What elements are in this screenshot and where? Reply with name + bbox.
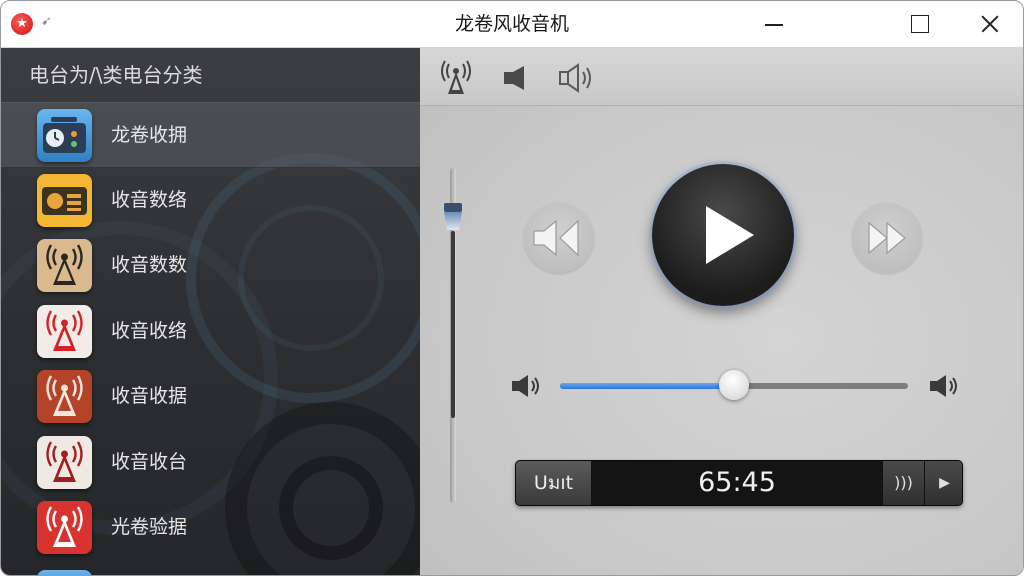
- station-item[interactable]: 收音收络: [1, 299, 420, 365]
- antenna-white-red-icon: [37, 304, 92, 358]
- minimize-button[interactable]: [751, 1, 797, 48]
- station-item[interactable]: 收音收据: [1, 364, 420, 430]
- antenna-beige-icon: [37, 239, 92, 292]
- player-toolbar: [420, 48, 1023, 106]
- title-bar: ★ ➹ 龙卷风收音机: [1, 1, 1023, 48]
- station-label: 光卷验据: [111, 516, 188, 538]
- volume-slider-thumb[interactable]: [719, 370, 749, 400]
- antenna-white-dark-red-icon: [37, 435, 92, 489]
- station-label: 收音收络: [111, 319, 188, 342]
- station-label: 收音数数: [111, 254, 188, 276]
- station-label: 龙卷收拥: [111, 124, 188, 146]
- station-item[interactable]: 龙卷收拥: [1, 102, 420, 168]
- radio-clock-icon: [37, 109, 92, 162]
- previous-button[interactable]: [524, 203, 594, 273]
- vertical-slider-thumb[interactable]: [442, 203, 464, 233]
- volume-outline-icon[interactable]: [556, 58, 596, 98]
- signal-button[interactable]: ))): [882, 461, 924, 505]
- volume-low-icon: [510, 371, 544, 401]
- yellow-radio-icon: [37, 173, 92, 227]
- small-play-button[interactable]: ▶: [924, 461, 962, 505]
- speaker-icon[interactable]: [498, 58, 538, 98]
- fast-forward-button[interactable]: [852, 203, 922, 273]
- window-title: 龙卷风收音机: [454, 13, 569, 35]
- vertical-slider-fill: [451, 231, 455, 418]
- unit-button[interactable]: Uมıt: [516, 461, 592, 505]
- time-display: 65:45: [698, 467, 776, 498]
- player-panel: Uมıt 65:45 ))) ▶: [420, 48, 1023, 575]
- station-label: 收音收台: [111, 450, 188, 473]
- station-item[interactable]: 光卷验据: [1, 495, 420, 561]
- maximize-button[interactable]: [897, 1, 943, 48]
- station-label: 收音收据: [111, 385, 188, 407]
- station-item[interactable]: 收音数数: [1, 233, 420, 299]
- time-display-bar: Uมıt 65:45 ))) ▶: [515, 460, 963, 506]
- antenna-red-icon: [37, 501, 92, 554]
- station-list: 龙卷收拥 收音数络 收音数数 收音收络 收音收据 收音收台 光卷验据: [1, 102, 420, 561]
- antenna-orange-icon: [37, 370, 92, 423]
- antenna-icon[interactable]: [436, 58, 476, 98]
- close-button[interactable]: [967, 1, 1013, 48]
- app-window: ★ ➹ 龙卷风收音机 电台为/\类电台分类 龙卷收拥 收音数络 收音数数 收音收…: [0, 0, 1024, 576]
- partial-station-icon: [37, 570, 92, 575]
- play-button[interactable]: [652, 164, 794, 306]
- station-sidebar: 电台为/\类电台分类 龙卷收拥 收音数络 收音数数 收音收络 收音收据 收音收台…: [1, 48, 420, 575]
- station-label: 收音数络: [111, 188, 188, 211]
- volume-high-icon: [928, 371, 962, 401]
- volume-slider-fill: [560, 383, 734, 389]
- station-item[interactable]: 收音收台: [1, 430, 420, 496]
- station-item[interactable]: 收音数络: [1, 168, 420, 234]
- sidebar-header: 电台为/\类电台分类: [29, 63, 203, 87]
